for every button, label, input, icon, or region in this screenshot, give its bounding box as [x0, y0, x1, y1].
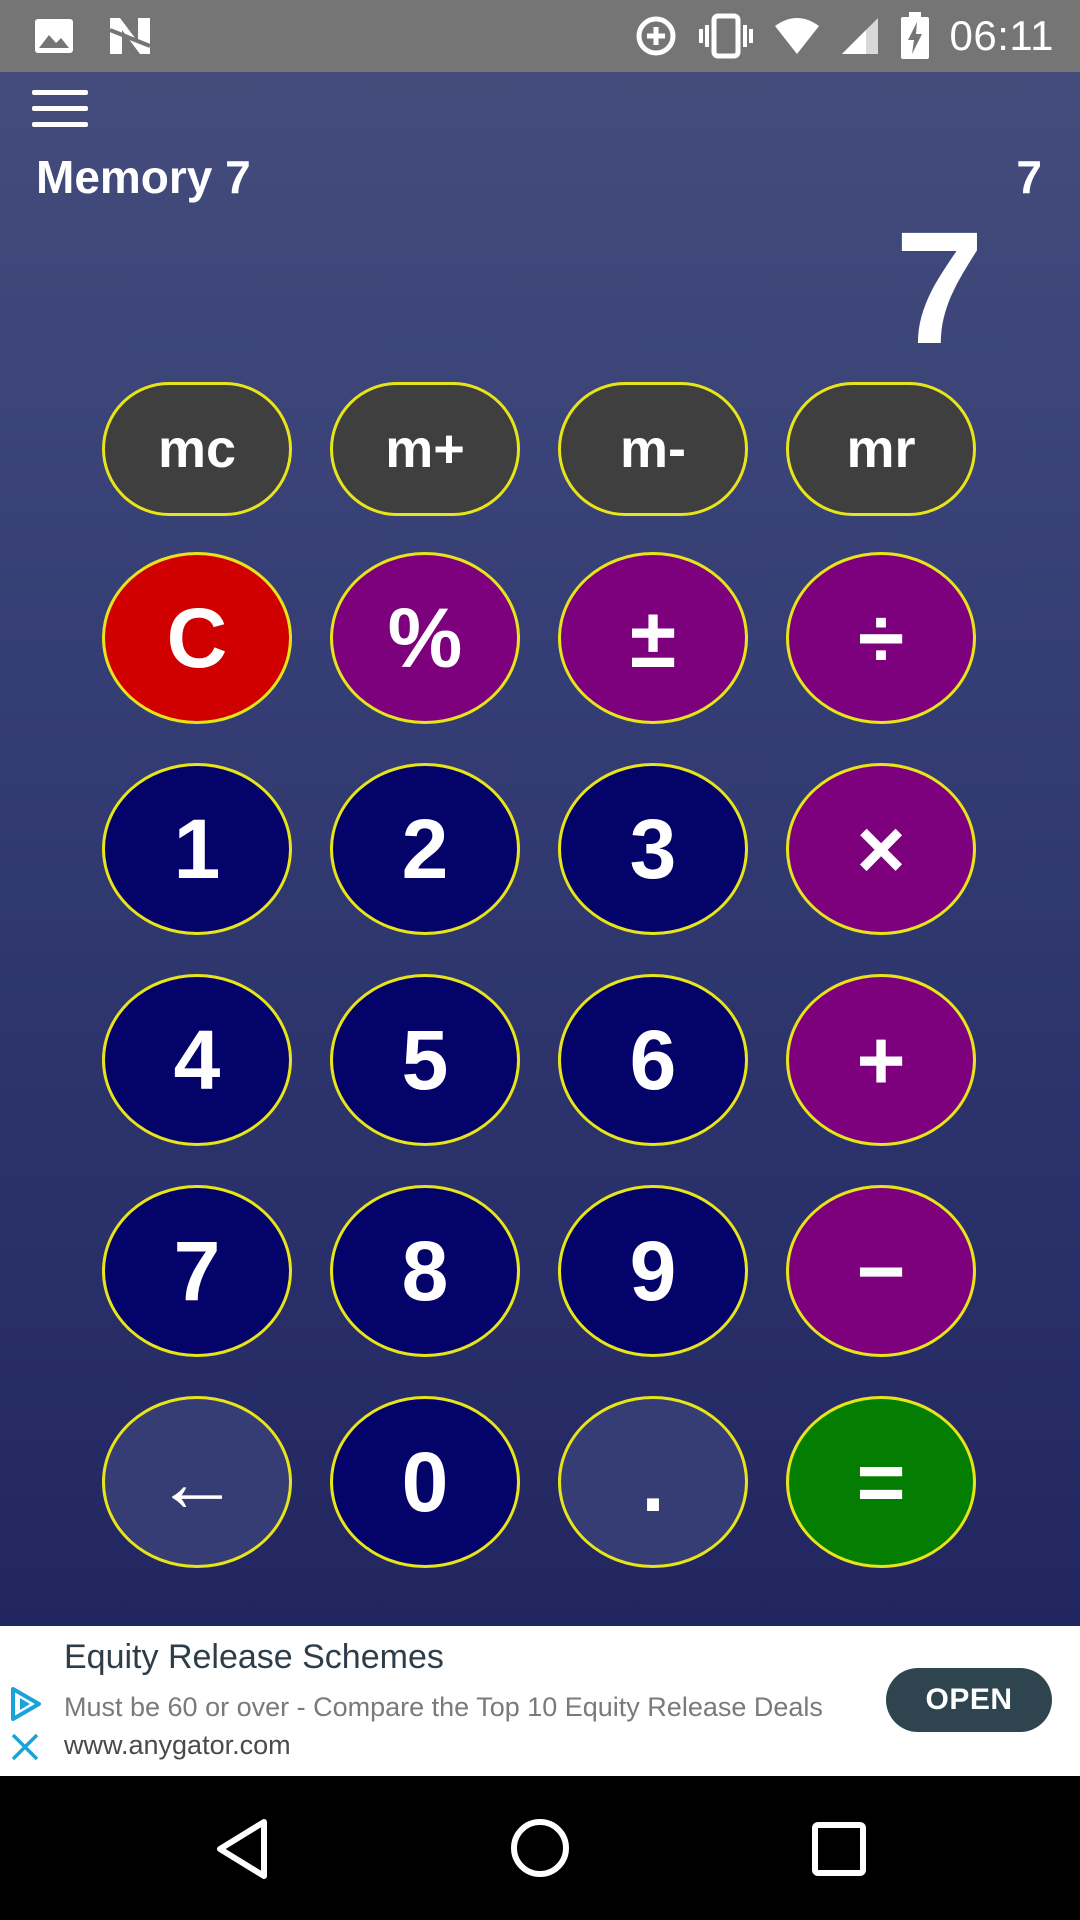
digit-7-button[interactable]: 7	[102, 1185, 292, 1357]
minus-button[interactable]: −	[786, 1185, 976, 1357]
digit-9-button[interactable]: 9	[558, 1185, 748, 1357]
navigation-bar	[0, 1776, 1080, 1920]
n-notification-icon	[108, 16, 152, 56]
wifi-icon	[774, 16, 820, 56]
memory-clear-button[interactable]: mc	[102, 382, 292, 516]
divide-button[interactable]: ÷	[786, 552, 976, 724]
digit-2-button[interactable]: 2	[330, 763, 520, 935]
percent-button[interactable]: %	[330, 552, 520, 724]
image-icon	[34, 18, 74, 54]
plus-button[interactable]: +	[786, 974, 976, 1146]
ad-url[interactable]: www.anygator.com	[64, 1730, 291, 1760]
status-time: 06:11	[949, 12, 1054, 59]
backspace-button[interactable]: ←	[102, 1396, 292, 1568]
ad-body: Must be 60 or over - Compare the Top 10 …	[64, 1688, 864, 1764]
digit-6-button[interactable]: 6	[558, 974, 748, 1146]
digit-3-button[interactable]: 3	[558, 763, 748, 935]
equals-button[interactable]: =	[786, 1396, 976, 1568]
status-bar: 06:11	[0, 0, 1080, 72]
calculator-screen: 06:11 Memory 7 7 7 mc m+ m- mr C % ± ÷ 1…	[0, 0, 1080, 1920]
ad-open-button[interactable]: OPEN	[886, 1668, 1052, 1732]
ad-title[interactable]: Equity Release Schemes	[64, 1638, 444, 1677]
plus-minus-button[interactable]: ±	[558, 552, 748, 724]
data-saver-icon	[634, 14, 678, 58]
digit-0-button[interactable]: 0	[330, 1396, 520, 1568]
recents-icon[interactable]	[812, 1822, 866, 1881]
vibrate-icon	[698, 13, 754, 59]
digit-4-button[interactable]: 4	[102, 974, 292, 1146]
digit-5-button[interactable]: 5	[330, 974, 520, 1146]
multiply-button[interactable]: ×	[786, 763, 976, 935]
ad-description: Must be 60 or over - Compare the Top 10 …	[64, 1692, 823, 1722]
digit-1-button[interactable]: 1	[102, 763, 292, 935]
memory-add-button[interactable]: m+	[330, 382, 520, 516]
decimal-button[interactable]: .	[558, 1396, 748, 1568]
signal-icon	[840, 16, 880, 56]
ad-choices-icon[interactable]	[8, 1686, 42, 1727]
calculator-app: Memory 7 7 7 mc m+ m- mr C % ± ÷ 1 2 3 ×…	[0, 72, 1080, 1626]
ad-banner[interactable]: Equity Release Schemes Must be 60 or ove…	[0, 1626, 1080, 1776]
memory-subtract-button[interactable]: m-	[558, 382, 748, 516]
clear-button[interactable]: C	[102, 552, 292, 724]
memory-recall-button[interactable]: mr	[786, 382, 976, 516]
digit-8-button[interactable]: 8	[330, 1185, 520, 1357]
battery-charging-icon	[900, 12, 930, 60]
close-icon[interactable]	[10, 1732, 40, 1767]
back-icon[interactable]	[214, 1818, 270, 1885]
keypad: mc m+ m- mr C % ± ÷ 1 2 3 × 4 5 6 + 7 8 …	[0, 72, 1080, 1626]
home-icon[interactable]	[510, 1818, 570, 1883]
